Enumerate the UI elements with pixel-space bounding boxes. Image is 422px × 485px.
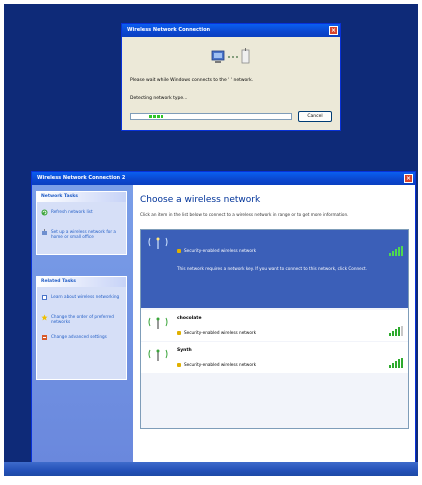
desktop: Wireless Network Connection × Please wai… <box>4 4 418 476</box>
page-title: Choose a wireless network <box>140 195 261 205</box>
network-name: chocolate <box>177 316 202 321</box>
lock-icon <box>177 330 181 335</box>
dialog-message: Please wait while Windows connects to th… <box>130 78 254 83</box>
signal-strength-icon <box>389 326 403 336</box>
network-security: Security-enabled wireless network <box>177 330 256 335</box>
dialog-title: Wireless Network Connection <box>127 27 211 33</box>
wireless-network-window: Wireless Network Connection 2 × Network … <box>31 171 416 472</box>
task-label: Set up a wireless network for a home or … <box>51 229 116 239</box>
related-tasks-panel: Related Tasks Learn about wireless netwo… <box>36 276 127 380</box>
dialog-status: Detecting network type... <box>130 96 188 101</box>
related-tasks-header: Related Tasks <box>37 277 126 287</box>
network-item[interactable]: chocolate Security-enabled wireless netw… <box>141 310 408 341</box>
network-item[interactable]: Synth Security-enabled wireless network <box>141 342 408 373</box>
network-tasks-panel: Network Tasks Refresh network list Set u… <box>36 191 127 255</box>
network-security: Security-enabled wireless network <box>177 248 256 253</box>
task-advanced-settings[interactable]: Change advanced settings <box>41 334 123 341</box>
lock-icon <box>177 248 181 253</box>
task-label: Change advanced settings <box>51 334 107 339</box>
connection-animation-icon <box>211 48 250 64</box>
network-list-pane: Choose a wireless network Click an item … <box>133 185 415 472</box>
settings-icon <box>42 335 47 340</box>
security-label: Security-enabled wireless network <box>184 248 257 253</box>
wireless-antenna-icon <box>148 317 168 329</box>
task-sidebar: Network Tasks Refresh network list Set u… <box>32 185 133 463</box>
dialog-close-button[interactable]: × <box>329 26 338 35</box>
wireless-setup-icon <box>42 229 47 235</box>
taskbar <box>4 462 418 476</box>
task-label: Learn about wireless networking <box>51 294 120 299</box>
dialog-titlebar[interactable]: Wireless Network Connection × <box>122 24 340 37</box>
intro-text: Click an item in the list below to conne… <box>140 212 349 217</box>
help-book-icon <box>42 295 47 300</box>
signal-strength-icon <box>389 246 403 256</box>
signal-strength-icon <box>389 358 403 368</box>
connect-progress-bar <box>130 113 292 120</box>
wireless-network-list[interactable]: Security-enabled wireless network This n… <box>140 229 409 429</box>
task-refresh-network-list[interactable]: Refresh network list <box>41 209 123 216</box>
network-name: Synth <box>177 348 192 353</box>
task-setup-wireless-network[interactable]: Set up a wireless network for a home or … <box>41 229 123 239</box>
connecting-dialog: Wireless Network Connection × Please wai… <box>121 23 341 131</box>
window-title: Wireless Network Connection 2 <box>37 175 126 181</box>
security-label: Security-enabled wireless network <box>184 330 257 335</box>
window-titlebar[interactable]: Wireless Network Connection 2 × <box>32 172 415 185</box>
task-learn-wireless[interactable]: Learn about wireless networking <box>41 294 123 301</box>
network-security: Security-enabled wireless network <box>177 362 256 367</box>
network-tasks-header: Network Tasks <box>37 192 126 202</box>
task-label: Change the order of preferred networks <box>51 314 114 324</box>
wireless-antenna-icon <box>148 237 168 249</box>
network-item-selected[interactable]: Security-enabled wireless network This n… <box>141 230 408 308</box>
progress-fill <box>149 115 163 118</box>
security-label: Security-enabled wireless network <box>184 362 257 367</box>
wireless-antenna-icon <box>148 349 168 361</box>
refresh-icon <box>41 209 48 216</box>
cancel-button[interactable]: Cancel <box>298 111 332 122</box>
network-description: This network requires a network key. If … <box>177 266 368 271</box>
window-close-button[interactable]: × <box>404 174 413 183</box>
task-change-order[interactable]: Change the order of preferred networks <box>41 314 123 324</box>
task-label: Refresh network list <box>51 209 93 214</box>
star-icon <box>41 314 48 321</box>
lock-icon <box>177 362 181 367</box>
